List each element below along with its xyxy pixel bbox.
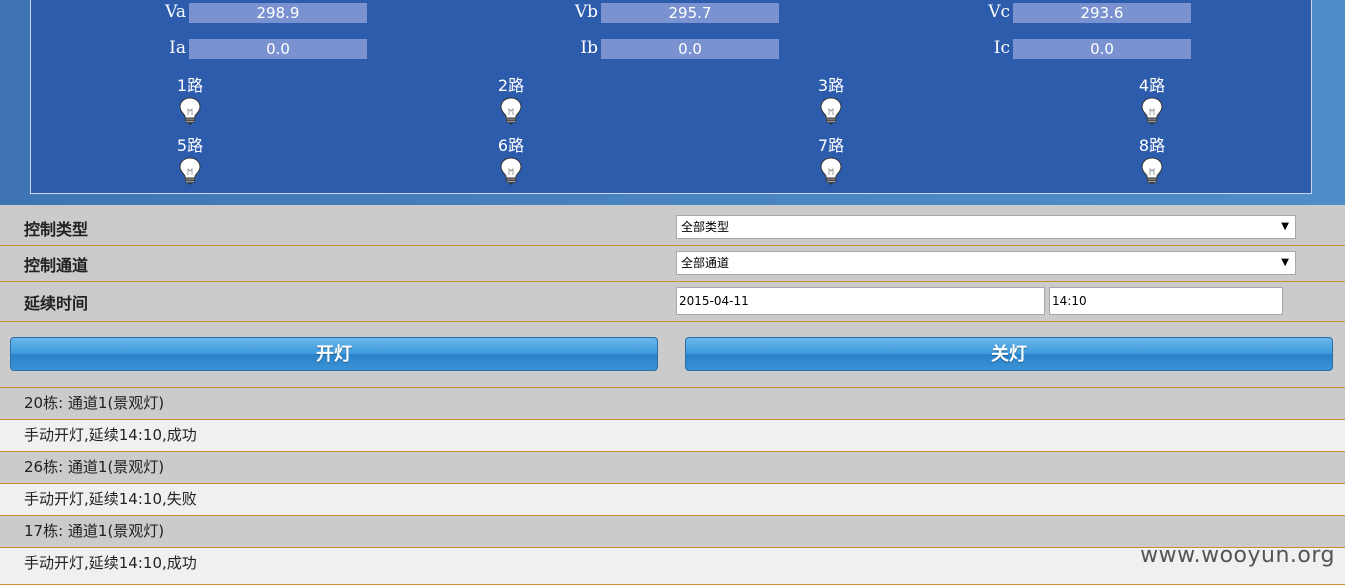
control-channel-label: 控制通道 — [24, 256, 89, 275]
lamp-label: 8路 — [1138, 136, 1166, 155]
lamp-1[interactable]: 1路 — [170, 77, 210, 125]
lamp-label: 4路 — [1138, 76, 1166, 95]
control-channel-select[interactable]: 全部通道 ▼ — [676, 251, 1296, 275]
vb-value: 295.7 — [601, 3, 779, 23]
lamp-label: 2路 — [497, 76, 525, 95]
date-input[interactable]: 2015-04-11 — [676, 287, 1045, 315]
lamp-6[interactable]: 6路 — [491, 137, 531, 185]
control-channel-value: 全部通道 — [681, 256, 730, 270]
duration-row: 延续时间 2015-04-11 14:10 — [0, 282, 1345, 322]
control-channel-row: 控制通道 全部通道 ▼ — [0, 246, 1345, 282]
lamp-label: 6路 — [497, 136, 525, 155]
status-header: Va 298.9 Vb 295.7 Vc 293.6 Ia 0.0 Ib 0.0… — [0, 0, 1345, 205]
lightbulb-icon — [1141, 97, 1163, 125]
ia-value: 0.0 — [189, 39, 367, 59]
ib-value: 0.0 — [601, 39, 779, 59]
lightbulb-icon — [820, 157, 842, 185]
lightbulb-icon — [179, 97, 201, 125]
lamp-7[interactable]: 7路 — [811, 137, 851, 185]
lamp-8[interactable]: 8路 — [1132, 137, 1172, 185]
lamp-4[interactable]: 4路 — [1132, 77, 1172, 125]
control-type-select[interactable]: 全部类型 ▼ — [676, 215, 1296, 239]
control-type-label: 控制类型 — [24, 220, 89, 239]
lightbulb-icon — [179, 157, 201, 185]
vb-label: Vb — [574, 2, 598, 22]
meter-panel: Va 298.9 Vb 295.7 Vc 293.6 Ia 0.0 Ib 0.0… — [30, 0, 1312, 194]
lamp-2[interactable]: 2路 — [491, 77, 531, 125]
turn-on-button[interactable]: 开灯 — [10, 337, 658, 371]
ic-value: 0.0 — [1013, 39, 1191, 59]
lightbulb-icon — [500, 157, 522, 185]
watermark: www.wooyun.org — [1140, 543, 1335, 568]
dropdown-arrow-icon: ▼ — [1281, 257, 1289, 268]
control-type-value: 全部类型 — [681, 220, 730, 234]
control-type-row: 控制类型 全部类型 ▼ — [0, 205, 1345, 246]
lamp-label: 3路 — [817, 76, 845, 95]
lamp-label: 1路 — [176, 76, 204, 95]
duration-label: 延续时间 — [24, 294, 89, 313]
va-label: Va — [165, 2, 186, 22]
lamp-5[interactable]: 5路 — [170, 137, 210, 185]
log-item: 20栋: 通道1(景观灯) — [0, 387, 1345, 419]
vc-label: Vc — [988, 2, 1010, 22]
ic-label: Ic — [993, 38, 1010, 58]
lightbulb-icon — [820, 97, 842, 125]
turn-off-button[interactable]: 关灯 — [685, 337, 1333, 371]
log-item: 26栋: 通道1(景观灯) — [0, 451, 1345, 483]
log-item: 手动开灯,延续14:10,失败 — [0, 483, 1345, 515]
lamp-label: 5路 — [176, 136, 204, 155]
lamp-label: 7路 — [817, 136, 845, 155]
ia-label: Ia — [169, 38, 186, 58]
log-item: 手动开灯,延续14:10,成功 — [0, 419, 1345, 451]
lamp-3[interactable]: 3路 — [811, 77, 851, 125]
ib-label: Ib — [580, 38, 598, 58]
lightbulb-icon — [500, 97, 522, 125]
va-value: 298.9 — [189, 3, 367, 23]
time-input[interactable]: 14:10 — [1049, 287, 1283, 315]
lightbulb-icon — [1141, 157, 1163, 185]
dropdown-arrow-icon: ▼ — [1281, 221, 1289, 232]
vc-value: 293.6 — [1013, 3, 1191, 23]
